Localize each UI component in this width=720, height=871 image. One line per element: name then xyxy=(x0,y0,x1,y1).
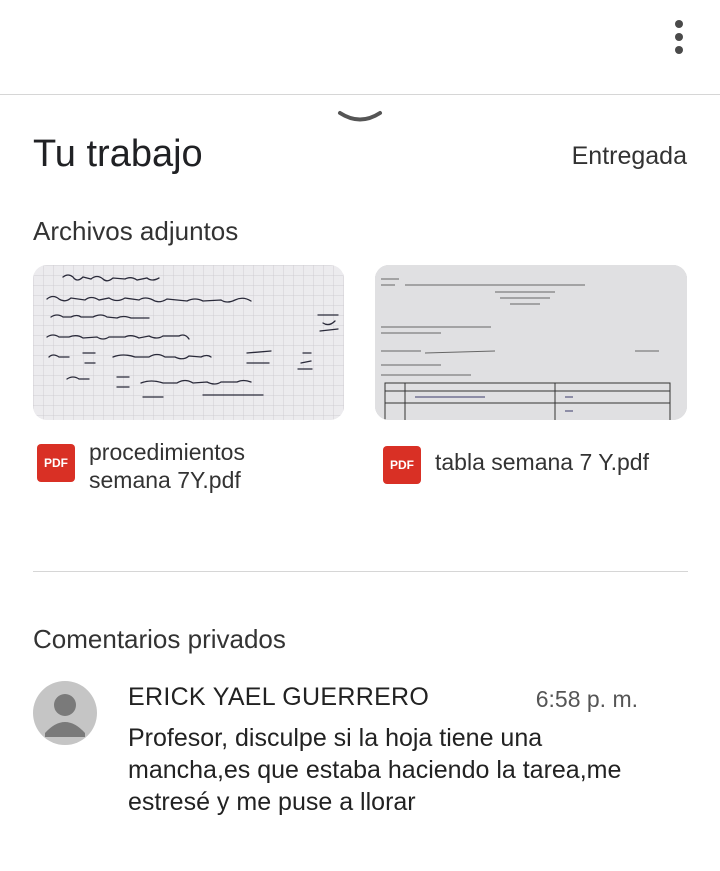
comment-author: ERICK YAEL GUERRERO xyxy=(128,683,430,711)
more-vert-icon[interactable] xyxy=(672,20,686,56)
comment-timestamp: 6:58 p. m. xyxy=(535,686,638,712)
attachment-file-tabla[interactable]: PDF tabla semana 7 Y.pdf xyxy=(383,446,649,484)
comment-text: Profesor, disculpe si la hoja tiene una … xyxy=(128,724,622,816)
attachment-file-name: tabla semana 7 Y.pdf xyxy=(435,449,649,475)
pdf-icon: PDF xyxy=(37,444,75,482)
section-divider xyxy=(33,571,688,572)
chevron-down-icon[interactable] xyxy=(336,108,384,128)
attachment-file-name: procedimientos semana 7Y.pdf xyxy=(89,439,245,493)
top-bar xyxy=(0,0,720,94)
handwritten-notes-image xyxy=(33,265,344,420)
pdf-icon: PDF xyxy=(383,446,421,484)
page-title: Tu trabajo xyxy=(33,133,203,175)
status-badge: Entregada xyxy=(571,142,687,170)
avatar xyxy=(33,681,97,745)
attachment-thumbnail-tabla[interactable] xyxy=(375,265,687,420)
person-icon xyxy=(45,694,85,737)
printed-document-image xyxy=(375,265,687,420)
attachment-file-procedimientos[interactable]: PDF procedimientos semana 7Y.pdf xyxy=(37,438,289,494)
private-comments-heading: Comentarios privados xyxy=(33,624,286,654)
attachments-heading: Archivos adjuntos xyxy=(33,216,239,246)
attachment-thumbnail-procedimientos[interactable] xyxy=(33,265,344,420)
top-divider xyxy=(0,94,720,95)
